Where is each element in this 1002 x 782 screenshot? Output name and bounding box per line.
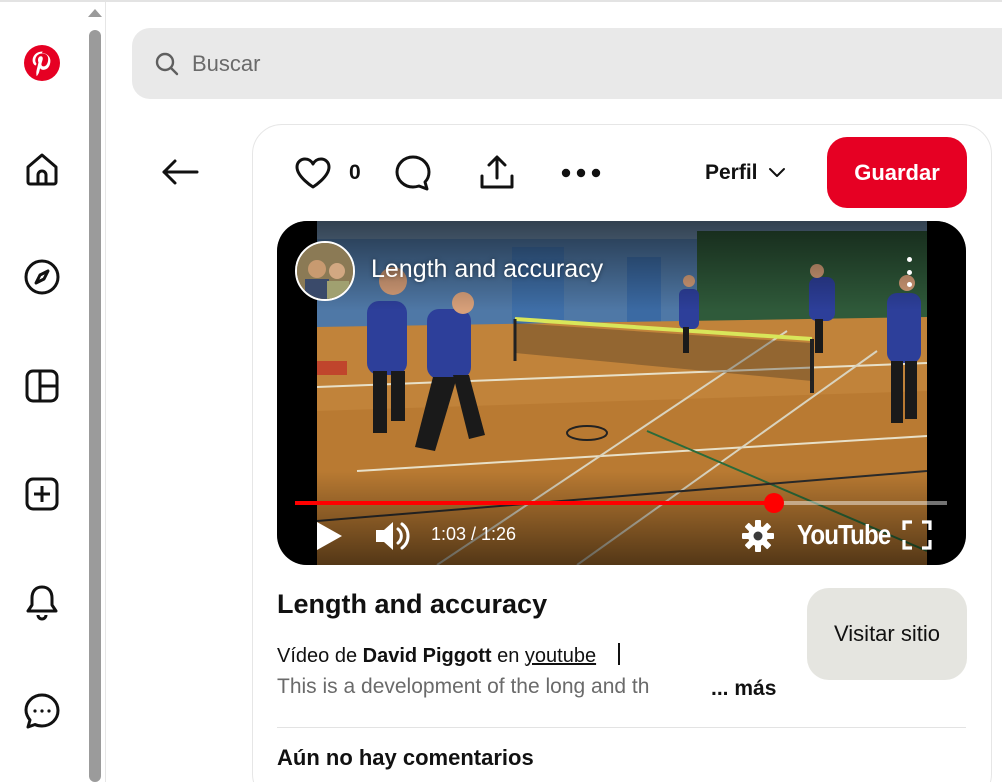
home-button[interactable] bbox=[18, 145, 66, 193]
save-button[interactable]: Guardar bbox=[827, 137, 967, 208]
create-button[interactable] bbox=[18, 470, 66, 518]
compass-icon bbox=[24, 259, 60, 295]
boards-button[interactable] bbox=[18, 362, 66, 410]
comments-heading: Aún no hay comentarios bbox=[277, 745, 534, 770]
byline-prefix: Vídeo de bbox=[277, 645, 358, 667]
search-icon bbox=[155, 52, 179, 75]
show-more-link[interactable]: ... más bbox=[711, 677, 776, 701]
notifications-button[interactable] bbox=[18, 578, 66, 626]
bell-icon bbox=[26, 585, 58, 621]
explore-button[interactable] bbox=[18, 253, 66, 301]
plus-square-icon bbox=[25, 477, 59, 511]
video-player[interactable]: Length and accuracy 1:03 / 1:26 YouTube bbox=[277, 221, 966, 565]
volume-icon[interactable] bbox=[373, 517, 413, 555]
search-input[interactable] bbox=[192, 50, 792, 77]
pin-action-bar: 0 Perfil Guardar bbox=[253, 125, 993, 221]
back-button[interactable] bbox=[154, 146, 206, 198]
scroll-up-arrow-icon[interactable] bbox=[88, 9, 102, 17]
scrollbar-thumb[interactable] bbox=[89, 30, 101, 782]
text-cursor bbox=[617, 643, 620, 665]
fullscreen-icon[interactable] bbox=[901, 519, 933, 551]
profile-select-label: Perfil bbox=[705, 161, 758, 184]
pin-description: This is a development of the long and th bbox=[277, 675, 650, 698]
section-divider bbox=[277, 727, 966, 728]
author-name[interactable]: David Piggott bbox=[363, 645, 492, 667]
pinterest-logo-icon bbox=[24, 45, 60, 81]
video-time-readout: 1:03 / 1:26 bbox=[431, 524, 517, 544]
byline-connector: en bbox=[497, 645, 520, 667]
youtube-logo[interactable]: YouTube bbox=[797, 519, 891, 551]
channel-avatar[interactable] bbox=[295, 241, 355, 301]
pin-card: 0 Perfil Guardar Length and accuracy 1:0… bbox=[252, 124, 992, 782]
comment-button[interactable] bbox=[389, 149, 437, 197]
pin-byline: Vídeo de David Piggott en youtube bbox=[277, 643, 620, 668]
chat-bubble-icon bbox=[24, 693, 60, 729]
share-button[interactable] bbox=[473, 149, 521, 197]
video-more-menu-icon[interactable] bbox=[899, 257, 919, 287]
play-icon[interactable] bbox=[313, 519, 345, 553]
left-nav-rail bbox=[0, 2, 84, 782]
pin-title: Length and accuracy bbox=[277, 589, 548, 619]
profile-board-select[interactable]: Perfil bbox=[705, 155, 786, 191]
video-title[interactable]: Length and accuracy bbox=[371, 255, 603, 284]
page-scrollbar[interactable] bbox=[84, 2, 106, 782]
chevron-down-icon bbox=[768, 168, 785, 177]
visit-site-button[interactable]: Visitar sitio bbox=[807, 588, 967, 680]
like-count: 0 bbox=[349, 161, 361, 184]
arrow-left-icon bbox=[162, 159, 199, 185]
upload-share-icon bbox=[480, 155, 514, 189]
messages-button[interactable] bbox=[18, 687, 66, 735]
like-button[interactable] bbox=[289, 149, 337, 197]
home-icon bbox=[26, 153, 58, 186]
heart-icon bbox=[295, 157, 331, 189]
source-link[interactable]: youtube bbox=[525, 645, 596, 667]
search-bar[interactable] bbox=[132, 28, 1002, 99]
gear-icon[interactable] bbox=[741, 519, 775, 553]
ellipsis-icon bbox=[561, 168, 601, 178]
video-progress-fill bbox=[295, 501, 775, 505]
more-options-button[interactable] bbox=[557, 149, 605, 197]
window-top-border bbox=[0, 0, 1002, 2]
video-progress-bar[interactable] bbox=[295, 493, 947, 513]
pinterest-logo-button[interactable] bbox=[18, 39, 66, 87]
boards-icon bbox=[25, 369, 59, 403]
speech-bubble-icon bbox=[395, 155, 431, 191]
